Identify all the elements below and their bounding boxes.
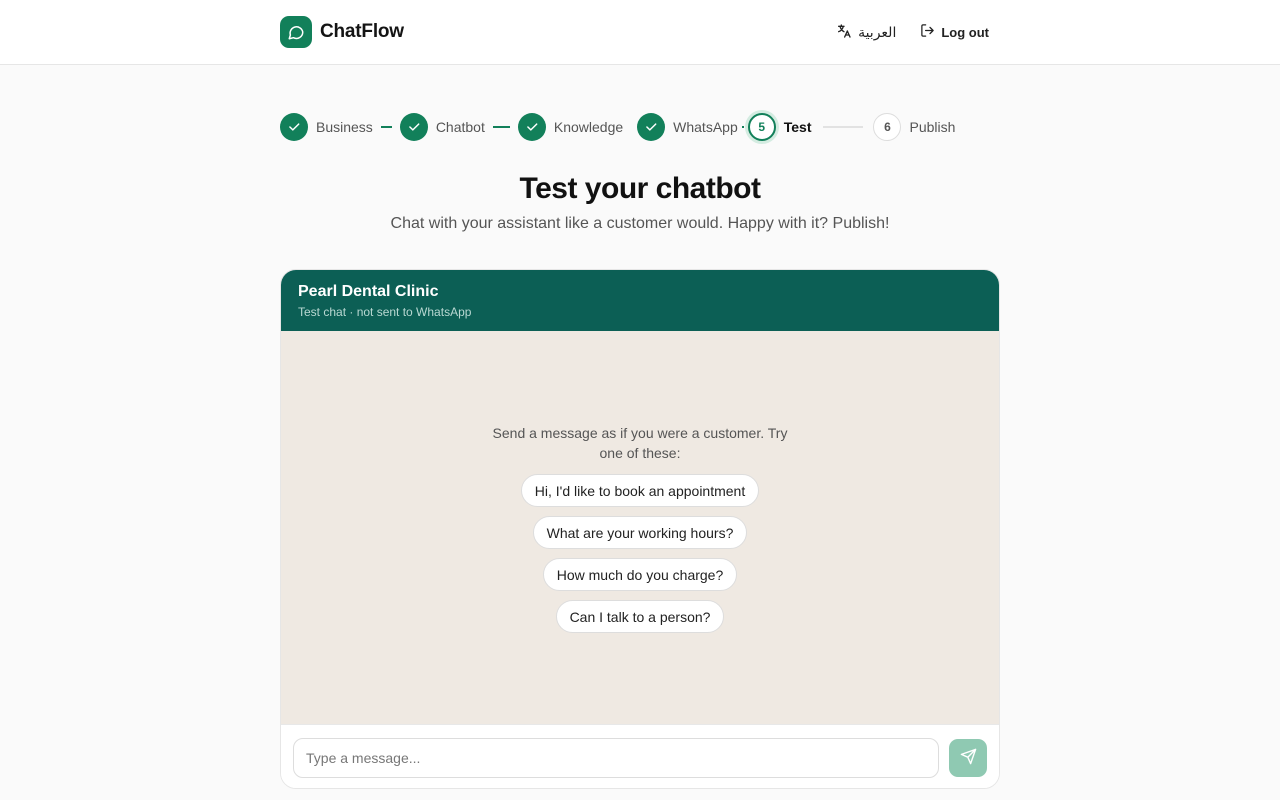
step-label: Business — [316, 119, 373, 135]
suggestion-chip[interactable]: What are your working hours? — [532, 516, 748, 549]
chat-header: Pearl Dental Clinic Test chat · not sent… — [281, 270, 999, 331]
step-business[interactable]: Business — [280, 113, 373, 141]
suggestion-chip[interactable]: Hi, I'd like to book an appointment — [520, 474, 760, 507]
language-toggle-button[interactable]: العربية — [836, 23, 896, 42]
step-number: 6 — [873, 113, 902, 141]
step-connector — [823, 126, 864, 128]
step-knowledge[interactable]: Knowledge — [517, 113, 624, 141]
suggestion-chip[interactable]: How much do you charge? — [542, 558, 738, 591]
send-button[interactable] — [949, 738, 987, 777]
step-connector — [492, 126, 510, 128]
step-label: Publish — [909, 119, 956, 135]
page-subtitle: Chat with your assistant like a customer… — [390, 215, 890, 232]
chat-composer — [281, 724, 999, 788]
step-chatbot[interactable]: Chatbot — [399, 113, 485, 141]
message-input[interactable] — [293, 737, 939, 778]
chat-bubble-icon — [280, 16, 312, 48]
chat-preview-card: Pearl Dental Clinic Test chat · not sent… — [280, 269, 1000, 789]
setup-stepper: Business Chatbot Knowledge WhatsApp 5 Te… — [280, 112, 955, 142]
step-publish[interactable]: 6 Publish — [873, 113, 955, 141]
language-label: العربية — [858, 23, 897, 40]
business-name: Pearl Dental Clinic — [298, 283, 439, 300]
empty-state-prompt: Send a message as if you were a customer… — [492, 425, 788, 461]
chat-messages-area: Send a message as if you were a customer… — [281, 331, 999, 724]
logout-icon — [920, 23, 935, 41]
step-label: Knowledge — [553, 119, 624, 135]
brand-name: ChatFlow — [320, 21, 404, 42]
check-icon — [637, 113, 666, 141]
suggestion-chip[interactable]: Can I talk to a person? — [555, 600, 725, 633]
check-icon — [280, 113, 308, 141]
step-number: 5 — [747, 113, 776, 141]
top-bar: ChatFlow العربية Log out — [0, 0, 1280, 65]
check-icon — [517, 113, 546, 141]
translate-icon — [836, 23, 852, 42]
logout-button[interactable]: Log out — [920, 23, 989, 41]
step-connector — [380, 126, 392, 128]
brand[interactable]: ChatFlow — [280, 16, 404, 48]
send-icon — [960, 748, 977, 768]
check-icon — [399, 113, 428, 141]
step-whatsapp[interactable]: WhatsApp — [637, 113, 738, 141]
step-label: WhatsApp — [673, 119, 738, 135]
page-title: Test your chatbot — [519, 172, 761, 205]
step-test[interactable]: 5 Test — [747, 113, 812, 141]
logout-label: Log out — [941, 24, 989, 40]
step-label: Chatbot — [435, 119, 485, 135]
suggestion-list: Hi, I'd like to book an appointment What… — [281, 474, 999, 633]
chat-status: Test chat · not sent to WhatsApp — [298, 305, 472, 319]
step-connector — [741, 126, 744, 128]
step-label: Test — [783, 119, 812, 135]
